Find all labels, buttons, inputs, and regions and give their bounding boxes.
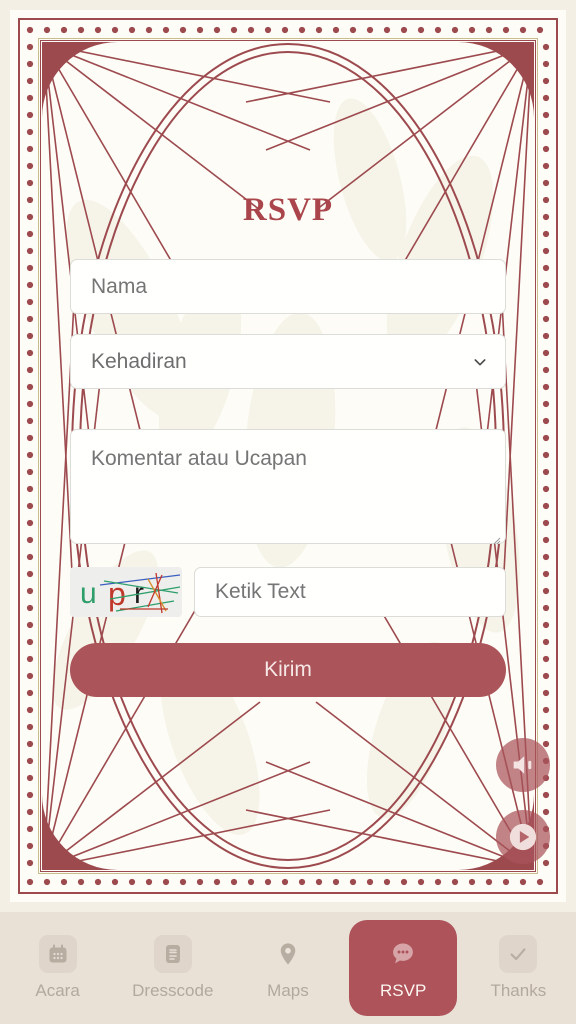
captcha-image[interactable]: u p r <box>70 567 182 617</box>
speaker-icon <box>513 756 532 774</box>
nav-item-maps[interactable]: Maps <box>234 920 342 1016</box>
svg-text:p: p <box>108 576 126 612</box>
nav-item-rsvp[interactable]: RSVP <box>349 920 458 1016</box>
submit-button[interactable]: Kirim <box>70 643 506 697</box>
nav-label-maps: Maps <box>267 981 309 1000</box>
nav-item-acara[interactable]: Acara <box>4 920 112 1016</box>
chevron-down-icon <box>474 358 486 365</box>
play-icon <box>509 823 537 851</box>
name-input[interactable] <box>70 259 506 314</box>
captcha-input[interactable] <box>194 567 506 617</box>
captcha-row: u p r <box>70 567 506 617</box>
rsvp-form-content: RSVP Kehadiran u p r <box>10 10 566 902</box>
bottom-navigation-bar: Acara Dresscode Maps RSVP Thanks <box>0 912 576 1024</box>
invitation-card: RSVP Kehadiran u p r <box>0 0 576 912</box>
nav-label-rsvp: RSVP <box>380 981 427 1000</box>
nav-label-thanks: Thanks <box>490 981 547 1000</box>
play-toggle-button[interactable] <box>496 810 550 864</box>
nav-item-dresscode[interactable]: Dresscode <box>119 920 227 1016</box>
svg-text:u: u <box>80 577 97 610</box>
comment-textarea[interactable] <box>70 429 506 544</box>
attendance-select[interactable]: Kehadiran <box>70 334 506 389</box>
nav-item-thanks[interactable]: Thanks <box>464 920 572 1016</box>
card-inner-surface: RSVP Kehadiran u p r <box>10 10 566 902</box>
attendance-select-wrapper[interactable]: Kehadiran <box>70 334 506 389</box>
document-icon <box>153 935 192 973</box>
nav-label-acara: Acara <box>35 981 80 1000</box>
comment-wrapper <box>70 409 506 549</box>
check-icon <box>499 935 538 973</box>
nav-label-dresscode: Dresscode <box>132 981 214 1000</box>
music-toggle-button[interactable] <box>496 738 550 792</box>
calendar-icon <box>38 935 77 973</box>
page-title: RSVP <box>242 192 334 228</box>
location-pin-icon <box>269 935 307 973</box>
chat-bubble-icon <box>384 935 422 973</box>
